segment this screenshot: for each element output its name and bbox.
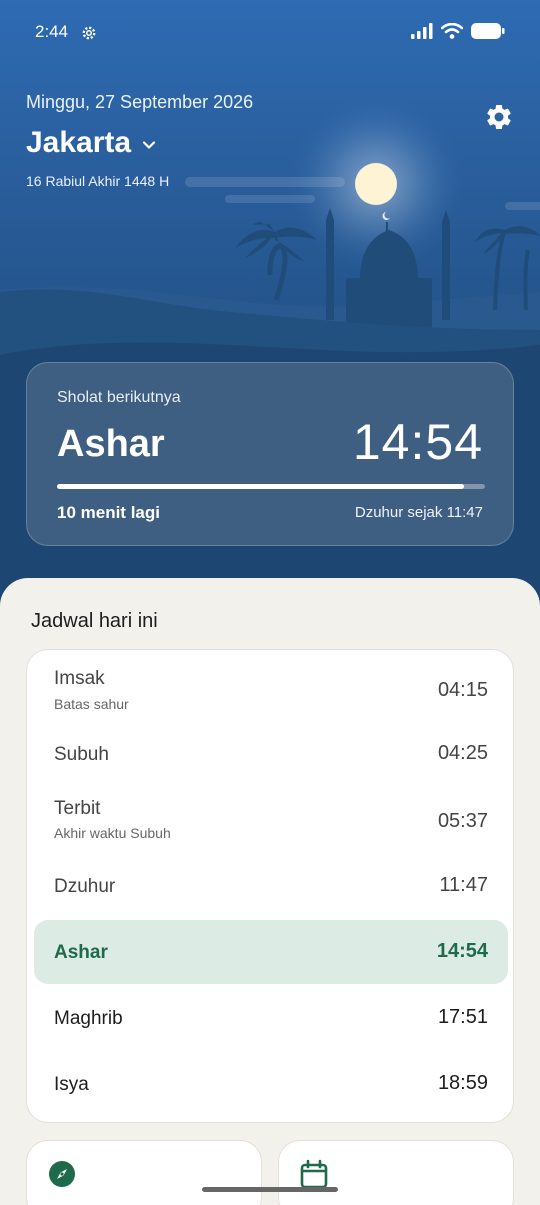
next-prayer-name: Ashar (57, 423, 165, 465)
time-remaining: 10 menit lagi (57, 503, 160, 522)
schedule-row-dzuhur[interactable]: Dzuhur 11:47 (34, 854, 508, 918)
gregorian-date: Minggu, 27 September 2026 (26, 92, 254, 112)
chevron-down-icon (142, 141, 156, 149)
settings-button[interactable] (484, 102, 514, 132)
city-name: Jakarta (26, 126, 132, 159)
battery-icon (471, 23, 505, 39)
signal-icon (411, 23, 433, 39)
wifi-icon (441, 23, 463, 39)
prayer-note: Akhir waktu Subuh (54, 825, 171, 841)
prayer-time: 04:25 (437, 742, 488, 764)
prayer-note: Batas sahur (54, 696, 129, 712)
status-time: 2:44 (35, 22, 69, 41)
prayer-name: Imsak (54, 668, 105, 689)
hero-header: 2:44 Minggu, 27 September 2026 Jakarta 1… (0, 0, 540, 640)
schedule-sheet: Jadwal hari ini Imsak Batas sahur 04:15 … (0, 578, 540, 1205)
prayer-name: Dzuhur (54, 876, 116, 897)
status-bar: 2:44 (0, 0, 540, 64)
next-prayer-card[interactable]: Sholat berikutnya Ashar 14:54 10 menit l… (26, 362, 514, 546)
schedule-row-isya[interactable]: Isya 18:59 (34, 1052, 508, 1116)
prayer-time: 05:37 (437, 810, 488, 832)
prayer-name: Maghrib (54, 1008, 123, 1029)
calendar-icon (300, 1159, 328, 1189)
prayer-schedule-list: Imsak Batas sahur 04:15 Subuh 04:25 Terb… (26, 649, 514, 1123)
next-prayer-time: 14:54 (352, 414, 483, 470)
schedule-row-subuh[interactable]: Subuh 04:25 (34, 722, 508, 786)
schedule-title: Jadwal hari ini (31, 610, 158, 632)
home-indicator[interactable] (202, 1187, 338, 1192)
schedule-row-maghrib[interactable]: Maghrib 17:51 (34, 986, 508, 1050)
city-selector[interactable]: Jakarta (26, 126, 157, 160)
countdown-progress-bar (57, 484, 485, 489)
prayer-name: Isya (54, 1074, 89, 1095)
schedule-row-imsak[interactable]: Imsak Batas sahur 04:15 (34, 652, 508, 716)
prayer-time: 11:47 (439, 874, 488, 896)
gear-icon (82, 26, 96, 40)
countdown-progress-fill (57, 484, 464, 489)
prayer-name: Ashar (54, 942, 108, 963)
compass-icon (49, 1161, 75, 1187)
prayer-time: 17:51 (437, 1006, 488, 1028)
calendar-tile[interactable] (278, 1140, 514, 1205)
qibla-compass-tile[interactable] (26, 1140, 262, 1205)
previous-prayer-since: Dzuhur sejak 11:47 (354, 504, 483, 521)
sun-icon (355, 163, 397, 205)
prayer-time: 14:54 (436, 940, 488, 962)
schedule-row-terbit[interactable]: Terbit Akhir waktu Subuh 05:37 (34, 784, 508, 848)
next-prayer-label: Sholat berikutnya (57, 389, 181, 406)
prayer-time: 18:59 (437, 1072, 488, 1094)
prayer-time: 04:15 (437, 679, 488, 701)
schedule-row-ashar-active[interactable]: Ashar 14:54 (34, 920, 508, 984)
prayer-name: Subuh (54, 744, 109, 765)
hijri-date: 16 Rabiul Akhir 1448 H (26, 173, 170, 189)
prayer-name: Terbit (54, 798, 101, 819)
gear-icon (487, 104, 511, 129)
